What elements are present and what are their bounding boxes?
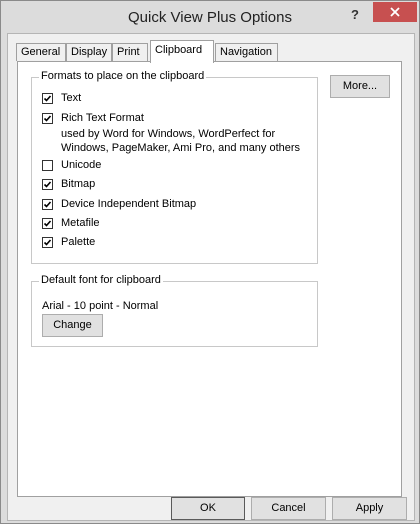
metafile-checkbox[interactable]	[42, 218, 53, 229]
title-bar: Quick View Plus Options ?	[1, 1, 419, 33]
default-font-group: Default font for clipboard Arial - 10 po…	[31, 274, 318, 347]
unicode-checkbox[interactable]	[42, 160, 53, 171]
clipboard-tab-panel: Formats to place on the clipboard Text R…	[17, 61, 402, 497]
formats-group: Formats to place on the clipboard Text R…	[31, 70, 318, 264]
device-independent-bitmap-option[interactable]: Device Independent Bitmap	[42, 198, 196, 211]
close-icon	[390, 7, 400, 17]
metafile-option[interactable]: Metafile	[42, 217, 100, 230]
palette-label: Palette	[61, 236, 96, 248]
bitmap-label: Bitmap	[61, 178, 96, 190]
unicode-option[interactable]: Unicode	[42, 159, 101, 172]
checkmark-icon	[43, 239, 52, 246]
rich-text-format-checkbox[interactable]	[42, 113, 53, 124]
bitmap-option[interactable]: Bitmap	[42, 178, 95, 191]
checkmark-icon	[43, 201, 52, 208]
checkmark-icon	[43, 220, 52, 227]
bitmap-checkbox[interactable]	[42, 179, 53, 190]
tab-print[interactable]: Print	[112, 43, 148, 61]
rich-text-format-label: Rich Text Format	[61, 112, 144, 124]
palette-option[interactable]: Palette	[42, 236, 95, 249]
help-button[interactable]: ?	[343, 5, 367, 25]
more-button[interactable]: More...	[330, 75, 390, 98]
ok-button[interactable]: OK	[171, 497, 245, 520]
default-font-group-title: Default font for clipboard	[39, 274, 163, 286]
text-label: Text	[61, 92, 82, 104]
text-checkbox[interactable]	[42, 93, 53, 104]
tab-general[interactable]: General	[16, 43, 66, 61]
metafile-label: Metafile	[61, 217, 100, 229]
formats-group-title: Formats to place on the clipboard	[39, 70, 207, 82]
rtf-note-line-2: Windows, PageMaker, Ami Pro, and many ot…	[61, 142, 301, 154]
dialog-client-area: General Display Print Clipboard Navigati…	[7, 33, 415, 521]
unicode-label: Unicode	[61, 159, 102, 171]
checkmark-icon	[43, 95, 52, 102]
close-button[interactable]	[373, 2, 417, 22]
tab-navigation[interactable]: Navigation	[215, 43, 278, 61]
rich-text-format-option[interactable]: Rich Text Format	[42, 112, 144, 125]
rtf-note-line-1: used by Word for Windows, WordPerfect fo…	[61, 128, 276, 140]
tab-clipboard[interactable]: Clipboard	[150, 40, 214, 63]
checkmark-icon	[43, 181, 52, 188]
text-option[interactable]: Text	[42, 92, 81, 105]
apply-button[interactable]: Apply	[332, 497, 407, 520]
device-independent-bitmap-checkbox[interactable]	[42, 199, 53, 210]
device-independent-bitmap-label: Device Independent Bitmap	[61, 198, 197, 210]
dialog-button-bar: OK Cancel Apply	[8, 497, 414, 520]
current-font-text: Arial - 10 point - Normal	[42, 300, 159, 312]
options-dialog-window: Quick View Plus Options ? General Displa…	[0, 0, 420, 524]
checkmark-icon	[43, 115, 52, 122]
tab-display[interactable]: Display	[66, 43, 112, 61]
palette-checkbox[interactable]	[42, 237, 53, 248]
change-font-button[interactable]: Change	[42, 314, 103, 337]
cancel-button[interactable]: Cancel	[251, 497, 326, 520]
